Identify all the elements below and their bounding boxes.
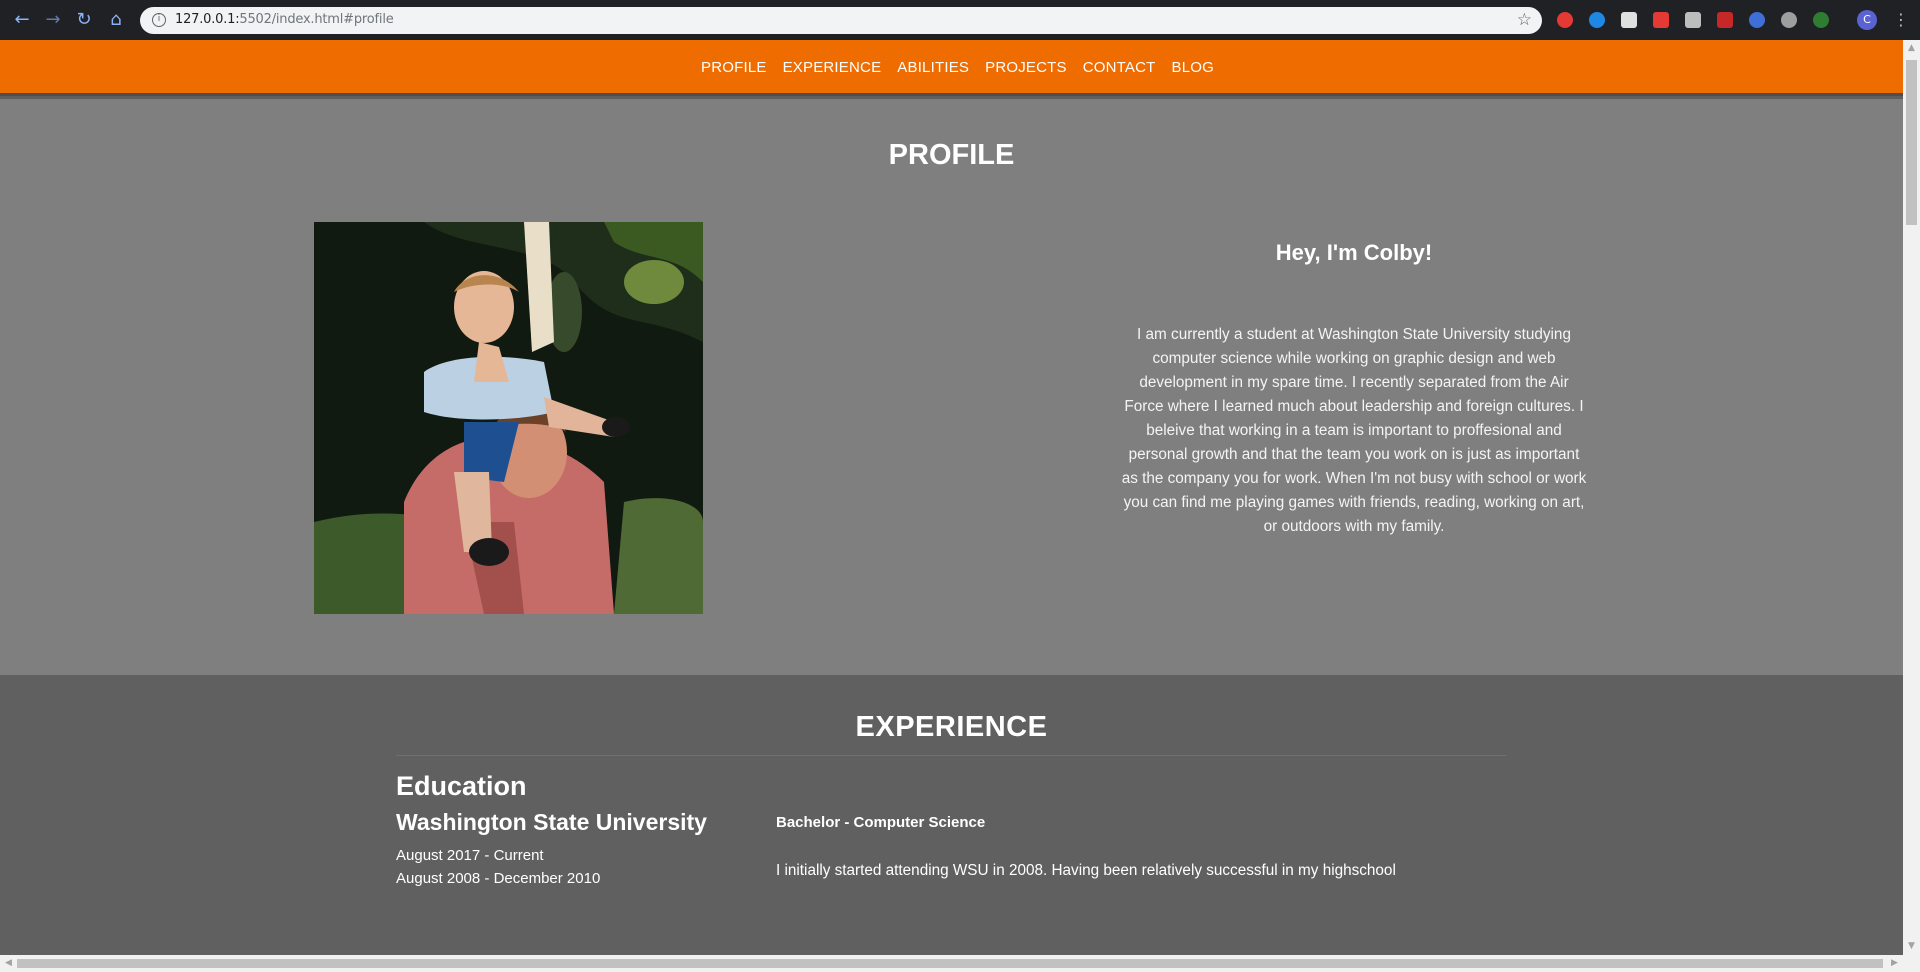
vertical-scroll-thumb[interactable] [1906,60,1917,225]
nav-item-experience[interactable]: EXPERIENCE [783,59,882,76]
bio-paragraph: I am currently a student at Washington S… [1121,326,1587,535]
address-bar[interactable]: i 127.0.0.1:5502/index.html#profile ☆ [140,7,1542,34]
degree-title: Bachelor - Computer Science [776,814,986,831]
home-icon[interactable]: ⌂ [106,10,126,30]
profile-photo [314,222,703,614]
profile-title: PROFILE [888,139,1015,171]
extension-dots-icon[interactable] [1717,12,1733,28]
browser-toolbar: ← → ↻ ⌂ i 127.0.0.1:5502/index.html#prof… [0,0,1920,40]
extension-h-icon[interactable] [1685,12,1701,28]
education-description: I initially started attending WSU in 200… [776,862,1396,879]
browser-menu-icon[interactable]: ⋮ [1893,10,1909,30]
site-info-icon[interactable]: i [152,13,166,27]
school-name: Washington State University [396,809,707,835]
url-path: 5502/index.html#profile [239,12,394,27]
scroll-right-icon[interactable]: ▶ [1886,955,1903,972]
nav-item-projects[interactable]: PROJECTS [985,59,1067,76]
nav-item-profile[interactable]: PROFILE [701,59,767,76]
extension-shield-icon[interactable] [1589,12,1605,28]
experience-title: EXPERIENCE [855,711,1048,743]
address-url[interactable]: 127.0.0.1:5502/index.html#profile [175,12,394,27]
greeting-heading: Hey, I'm Colby! [1275,240,1433,265]
extension-w-icon[interactable] [1781,12,1797,28]
page-viewport: PROFILE EXPERIENCE ABILITIES PROJECTS CONTAC… [0,40,1903,955]
attendance-dates-current: August 2017 - Current [396,847,544,864]
nav-list: PROFILE EXPERIENCE ABILITIES PROJECTS CONTAC… [0,40,1903,76]
horizontal-scrollbar[interactable]: ◀ ▶ [0,955,1920,972]
forward-arrow-icon[interactable]: → [43,10,63,30]
scroll-up-icon[interactable]: ▲ [1903,40,1920,57]
nav-item-contact[interactable]: CONTACT [1083,59,1156,76]
extension-link-icon[interactable] [1749,12,1765,28]
extension-stop-icon[interactable] [1557,12,1573,28]
vertical-scrollbar[interactable]: ▲ ▼ [1903,40,1920,955]
extension-todoist-icon[interactable] [1653,12,1669,28]
education-heading: Education [396,771,527,801]
horizontal-scroll-thumb[interactable] [17,959,1883,968]
extension-puzzle-icon[interactable] [1621,12,1637,28]
profile-section: PROFILE Hey, I'm Colby! I am currently a… [0,99,1903,675]
profile-avatar[interactable]: C [1857,10,1877,30]
attendance-dates-previous: August 2008 - December 2010 [396,870,601,887]
experience-section: EXPERIENCE Education Washington State Un… [0,675,1903,955]
back-arrow-icon[interactable]: ← [12,10,32,30]
url-host: 127.0.0.1: [175,12,240,27]
section-divider [396,755,1506,756]
reload-icon[interactable]: ↻ [74,10,94,30]
bookmark-star-icon[interactable]: ☆ [1517,10,1532,30]
nav-item-blog[interactable]: BLOG [1172,59,1214,76]
nav-item-abilities[interactable]: ABILITIES [897,59,969,76]
site-navbar: PROFILE EXPERIENCE ABILITIES PROJECTS CONTAC… [0,40,1903,96]
scroll-left-icon[interactable]: ◀ [0,955,17,972]
extension-audio-icon[interactable] [1813,12,1829,28]
scroll-down-icon[interactable]: ▼ [1903,938,1920,955]
